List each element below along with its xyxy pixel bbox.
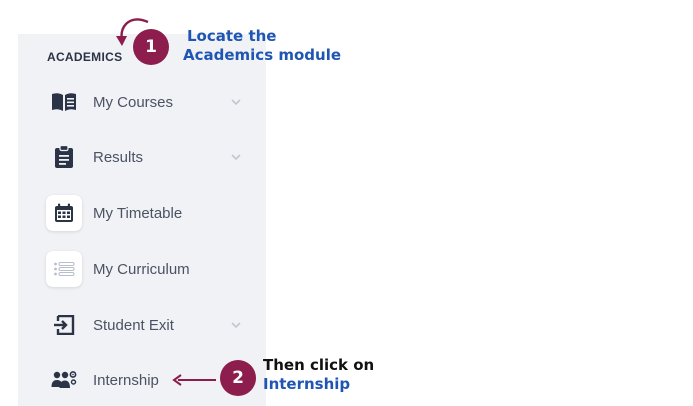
sidebar-item-label: My Courses <box>93 93 174 111</box>
step-2-badge: 2 <box>220 360 256 396</box>
users-gear-icon <box>46 362 82 398</box>
sidebar-item-my-curriculum[interactable]: My Curriculum <box>46 251 242 287</box>
step-2-note: Then click on Internship <box>263 356 374 394</box>
clipboard-icon <box>46 139 82 175</box>
step-2-line1: Then click on <box>263 356 375 374</box>
sidebar-item-label: Student Exit <box>93 316 174 334</box>
step-1-line1: Locate the <box>187 27 277 45</box>
sidebar-item-label: My Curriculum <box>93 260 190 278</box>
chevron-down-icon[interactable] <box>230 319 242 331</box>
sidebar-item-student-exit[interactable]: Student Exit <box>46 307 242 343</box>
sidebar-item-label: My Timetable <box>93 204 183 222</box>
step-2-line2: Internship <box>263 375 351 393</box>
sidebar-item-results[interactable]: Results <box>46 139 242 175</box>
exit-icon <box>46 307 82 343</box>
chevron-down-icon[interactable] <box>230 151 242 163</box>
list-icon <box>46 251 82 287</box>
step-1-line2: Academics module <box>183 46 342 64</box>
book-icon <box>46 84 82 120</box>
calendar-icon <box>46 195 82 231</box>
step-1-badge: 1 <box>133 29 169 65</box>
arrow-left-icon <box>172 374 216 386</box>
sidebar-item-label: Results <box>93 148 144 166</box>
step-1-note: Locate the Academics module <box>183 27 341 65</box>
sidebar-item-my-courses[interactable]: My Courses <box>46 84 242 120</box>
sidebar-item-my-timetable[interactable]: My Timetable <box>46 195 242 231</box>
sidebar: ACADEMICS My Courses Results My Timetabl… <box>18 34 266 406</box>
sidebar-item-label: Internship <box>93 371 159 389</box>
chevron-down-icon[interactable] <box>230 96 242 108</box>
